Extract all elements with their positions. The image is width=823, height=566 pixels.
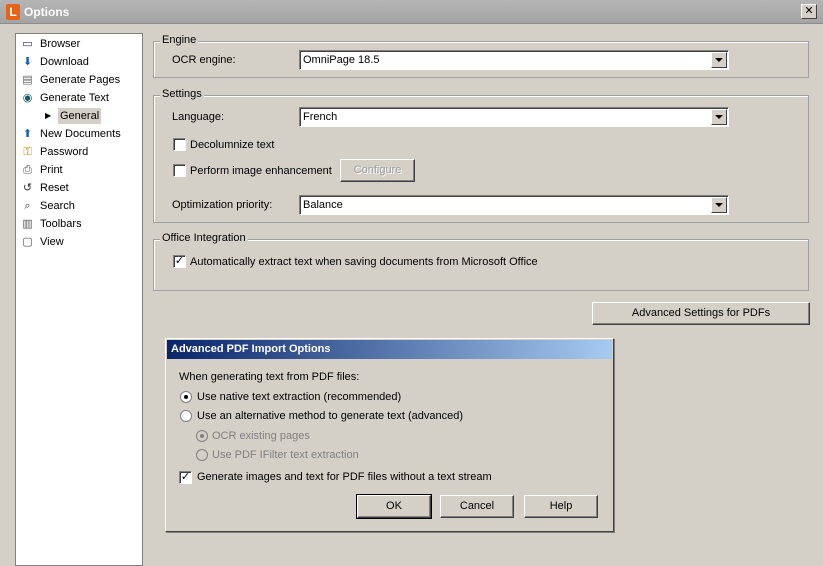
- office-integration-group-title: Office Integration: [160, 232, 248, 244]
- optimization-priority-select[interactable]: Balance: [299, 195, 729, 215]
- engine-group-title: Engine: [160, 34, 199, 46]
- sidebar-item-download[interactable]: ⬇ Download: [16, 53, 142, 71]
- sidebar-item-password[interactable]: ⚿ Password: [16, 143, 142, 161]
- settings-group-title: Settings: [160, 88, 204, 100]
- dialog-title: Advanced PDF Import Options: [167, 340, 612, 359]
- download-icon: ⬇: [22, 56, 33, 68]
- close-button[interactable]: ✕: [801, 4, 817, 19]
- search-icon: ⌕: [24, 200, 31, 212]
- language-select[interactable]: French: [299, 107, 729, 127]
- generate-images-label: Generate images and text for PDF files w…: [197, 471, 492, 483]
- cancel-button[interactable]: Cancel: [440, 495, 514, 518]
- ocr-engine-label: OCR engine:: [172, 54, 236, 66]
- image-enhancement-label: Perform image enhancement: [190, 165, 332, 177]
- configure-button[interactable]: Configure: [340, 159, 415, 182]
- language-value: French: [303, 111, 338, 123]
- optimization-priority-label: Optimization priority:: [172, 199, 273, 211]
- title-bar: L Options ✕: [0, 0, 823, 24]
- sidebar-item-label: Search: [40, 200, 75, 212]
- new-documents-icon: ⬆: [22, 128, 33, 140]
- sidebar-item-label: New Documents: [40, 128, 121, 140]
- sidebar-item-toolbars[interactable]: ▥ Toolbars: [16, 215, 142, 233]
- sidebar-item-label: Reset: [40, 182, 69, 194]
- browser-icon: ▭: [22, 38, 33, 50]
- language-label: Language:: [172, 111, 224, 123]
- sidebar-item-view[interactable]: ▢ View: [16, 233, 142, 251]
- sidebar-item-new-documents[interactable]: ⬆ New Documents: [16, 125, 142, 143]
- ok-button[interactable]: OK: [356, 494, 432, 519]
- ifilter-extraction-label: Use PDF IFilter text extraction: [212, 449, 359, 461]
- decolumnize-checkbox[interactable]: [173, 138, 186, 151]
- sidebar-item-browser[interactable]: ▭ Browser: [16, 35, 142, 53]
- advanced-pdf-import-dialog: Advanced PDF Import Options When generat…: [165, 338, 614, 532]
- image-enhancement-checkbox[interactable]: [173, 164, 186, 177]
- chevron-down-icon[interactable]: [711, 197, 727, 213]
- sidebar-item-general[interactable]: ▶ General: [16, 107, 142, 125]
- sidebar-item-reset[interactable]: ↺ Reset: [16, 179, 142, 197]
- sidebar-item-label: Generate Pages: [40, 74, 121, 86]
- key-icon: ⚿: [23, 146, 32, 158]
- window-title: Options: [24, 5, 70, 19]
- ocr-existing-pages-label: OCR existing pages: [212, 430, 310, 442]
- auto-extract-label: Automatically extract text when saving d…: [190, 256, 538, 268]
- optimization-priority-value: Balance: [303, 199, 343, 211]
- ocr-existing-pages-radio[interactable]: [196, 430, 208, 442]
- sidebar-item-label: General: [58, 108, 102, 124]
- sidebar-item-label: Generate Text: [40, 92, 109, 104]
- advanced-settings-pdfs-button[interactable]: Advanced Settings for PDFs: [592, 302, 810, 325]
- printer-icon: ⎙: [23, 164, 32, 176]
- sidebar-item-label: Password: [40, 146, 89, 158]
- expand-arrow-icon: ▶: [45, 111, 52, 120]
- sidebar-item-search[interactable]: ⌕ Search: [16, 197, 142, 215]
- decolumnize-label: Decolumnize text: [190, 139, 275, 151]
- app-logo-icon: L: [6, 4, 20, 20]
- generate-pages-icon: ▤: [22, 74, 33, 86]
- chevron-down-icon[interactable]: [711, 109, 727, 125]
- help-button[interactable]: Help: [524, 495, 598, 518]
- ocr-engine-value: OmniPage 18.5: [303, 54, 380, 66]
- alternative-method-radio[interactable]: [180, 410, 192, 422]
- view-icon: ▢: [22, 236, 33, 248]
- generate-images-checkbox[interactable]: ✓: [179, 471, 192, 484]
- sidebar-item-label: Print: [40, 164, 63, 176]
- sidebar-item-generate-pages[interactable]: ▤ Generate Pages: [16, 71, 142, 89]
- ifilter-extraction-radio[interactable]: [196, 449, 208, 461]
- native-extraction-radio[interactable]: [180, 391, 192, 403]
- generate-text-icon: ◉: [22, 92, 33, 104]
- sidebar-item-label: Browser: [40, 38, 81, 50]
- native-extraction-label: Use native text extraction (recommended): [197, 391, 402, 403]
- sidebar-item-label: Toolbars: [40, 218, 82, 230]
- sidebar-item-print[interactable]: ⎙ Print: [16, 161, 142, 179]
- toolbars-icon: ▥: [22, 218, 33, 230]
- ocr-engine-select[interactable]: OmniPage 18.5: [299, 50, 729, 70]
- reset-icon: ↺: [22, 182, 33, 194]
- alternative-method-label: Use an alternative method to generate te…: [197, 410, 463, 422]
- chevron-down-icon[interactable]: [711, 52, 727, 68]
- pdf-intro-text: When generating text from PDF files:: [179, 371, 360, 383]
- sidebar-item-generate-text[interactable]: ◉ Generate Text: [16, 89, 142, 107]
- auto-extract-checkbox[interactable]: ✓: [173, 255, 186, 268]
- sidebar-item-label: View: [40, 236, 64, 248]
- options-category-list: ▭ Browser ⬇ Download ▤ Generate Pages ◉ …: [15, 33, 143, 566]
- sidebar-item-label: Download: [40, 56, 89, 68]
